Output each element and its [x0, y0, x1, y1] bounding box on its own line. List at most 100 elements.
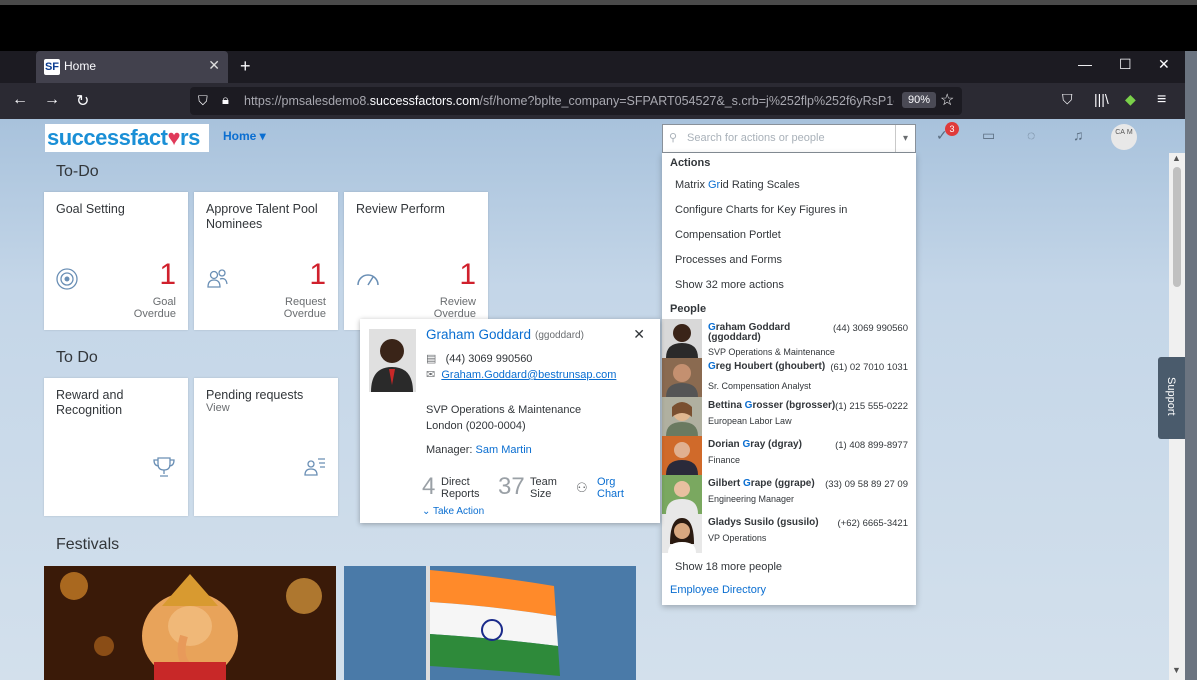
- direct-reports-count[interactable]: 4: [422, 473, 435, 501]
- home-nav-menu[interactable]: Home ▾: [223, 129, 266, 143]
- search-dropdown-toggle[interactable]: ▾: [895, 125, 915, 152]
- forward-icon[interactable]: →: [44, 91, 60, 109]
- successfactors-logo[interactable]: successfact♥rs: [45, 124, 209, 152]
- avatar: [662, 475, 702, 514]
- close-icon[interactable]: ✕: [633, 326, 645, 343]
- url-bar[interactable]: ⛉ 🔒︎ https://pmsalesdemo8.successfactors…: [190, 87, 962, 115]
- goal-setting-tile[interactable]: Goal Setting 1 Goal Overdue: [44, 192, 188, 330]
- window-scrollbar: [1185, 51, 1197, 680]
- pocket-icon[interactable]: ⛉: [1062, 91, 1073, 108]
- successfactors-home-page: successfact♥rs Home ▾ ⚲ Search for actio…: [0, 119, 1185, 680]
- tile-count: 1: [159, 258, 176, 291]
- person-result-dorian[interactable]: Dorian Gray (dgray) (1) 408 899-8977 Fin…: [662, 436, 916, 475]
- take-action-menu[interactable]: ⌄ Take Action: [422, 506, 484, 517]
- person-result-graham[interactable]: Graham Goddard (ggoddard) (44) 3069 9905…: [662, 319, 916, 358]
- maximize-icon[interactable]: ☐: [1119, 56, 1132, 73]
- person-name-link[interactable]: Graham Goddard: [426, 327, 531, 342]
- library-icon[interactable]: |||\: [1094, 91, 1109, 107]
- tile-count: 1: [309, 258, 326, 291]
- employee-directory-link[interactable]: Employee Directory: [670, 584, 766, 596]
- person-location: London (0200-0004): [426, 420, 526, 432]
- person-userid: (ggoddard): [535, 330, 584, 341]
- avatar: [662, 436, 702, 475]
- heart-icon: ♥: [167, 125, 181, 150]
- screen-top-strip: [0, 0, 1197, 5]
- review-perform-tile[interactable]: Review Perform 1 Review Overdue: [344, 192, 488, 330]
- avatar: [662, 397, 702, 436]
- close-tab-icon[interactable]: ✕: [208, 57, 220, 74]
- org-chart-icon: ⚇: [576, 480, 588, 495]
- actions-heading: Actions: [670, 157, 711, 169]
- manager-link[interactable]: Sam Martin: [476, 444, 532, 456]
- bell-icon[interactable]: ♫: [1073, 127, 1084, 143]
- section-title-festivals: Festivals: [56, 536, 120, 553]
- approve-talent-pool-tile[interactable]: Approve Talent Pool Nominees 1 Request Ov…: [194, 192, 338, 330]
- action-processes-forms[interactable]: Processes and Forms: [675, 254, 782, 266]
- tile-title: Goal Setting: [56, 202, 125, 216]
- window-close-icon[interactable]: ✕: [1158, 56, 1170, 73]
- bookmark-star-icon[interactable]: ☆: [940, 90, 954, 110]
- scroll-thumb[interactable]: [1173, 167, 1181, 287]
- person-result-gilbert[interactable]: Gilbert Grape (ggrape) (33) 09 58 89 27 …: [662, 475, 916, 514]
- scroll-up-icon[interactable]: ▲: [1172, 153, 1181, 163]
- show-more-actions[interactable]: Show 32 more actions: [675, 279, 784, 291]
- browser-tab-home[interactable]: SF Home ✕: [36, 51, 228, 83]
- person-result-gladys[interactable]: Gladys Susilo (gsusilo) (+62) 6665-3421 …: [662, 514, 916, 553]
- person-result-bettina[interactable]: Bettina Grosser (bgrosser) (1) 215 555-0…: [662, 397, 916, 436]
- notification-badge: 3: [945, 122, 959, 136]
- search-icon: ⚲: [669, 132, 678, 144]
- search-input[interactable]: ⚲ Search for actions or people ▾: [662, 124, 916, 153]
- menu-icon[interactable]: ≡: [1157, 91, 1166, 109]
- pending-requests-tile[interactable]: Pending requests View: [194, 378, 338, 516]
- target-icon: [56, 268, 78, 290]
- scroll-down-icon[interactable]: ▼: [1172, 665, 1181, 675]
- action-configure-charts[interactable]: Configure Charts for Key Figures in: [675, 204, 847, 216]
- ganesha-festival-image[interactable]: [44, 566, 336, 680]
- support-tab[interactable]: Support: [1158, 357, 1185, 439]
- manager-row: Manager: Sam Martin: [426, 444, 532, 456]
- tile-title: Review Perform: [356, 202, 445, 216]
- search-results-dropdown: Actions Matrix Grid Rating Scales Config…: [662, 153, 916, 605]
- user-avatar[interactable]: CA M: [1111, 124, 1137, 150]
- email-row[interactable]: ✉ Graham.Goddard@bestrunsap.com: [426, 368, 616, 381]
- team-size-label: Team Size: [530, 476, 557, 500]
- tile-title: Pending requests: [206, 388, 304, 402]
- person-photo: [369, 329, 416, 392]
- search-placeholder: Search for actions or people: [687, 132, 825, 144]
- phone-row: ▤ (44) 3069 990560: [426, 353, 533, 365]
- action-matrix-grid[interactable]: Matrix Grid Rating Scales: [675, 179, 800, 191]
- org-chart-link[interactable]: Org Chart: [597, 476, 624, 500]
- tile-status: Review Overdue: [433, 296, 476, 320]
- action-compensation-portlet[interactable]: Compensation Portlet: [675, 229, 781, 241]
- lock-icon[interactable]: 🔒︎: [222, 92, 229, 108]
- tile-status: Goal Overdue: [133, 296, 176, 320]
- extension-icon[interactable]: ◆: [1125, 91, 1136, 108]
- show-more-people[interactable]: Show 18 more people: [675, 561, 782, 573]
- gauge-icon: [357, 274, 379, 286]
- person-quickcard: Graham Goddard (ggoddard) ✕ ▤ (44) 3069 …: [360, 319, 660, 523]
- chat-icon[interactable]: ▭: [982, 127, 995, 144]
- new-tab-icon[interactable]: +: [240, 56, 251, 77]
- reload-icon[interactable]: ↻: [76, 91, 89, 111]
- person-result-greg[interactable]: Greg Houbert (ghoubert) (61) 02 7010 103…: [662, 358, 916, 397]
- url-text[interactable]: https://pmsalesdemo8.successfactors.com/…: [244, 94, 894, 108]
- tile-subtitle: View: [206, 402, 230, 414]
- zoom-level[interactable]: 90%: [902, 92, 937, 108]
- section-title-to-do: To Do: [56, 349, 98, 366]
- browser-tab-bar: SF Home ✕ + — ☐ ✕: [0, 51, 1185, 83]
- mail-icon: ✉: [426, 369, 436, 381]
- independence-day-flag-image[interactable]: [344, 566, 636, 680]
- minimize-icon[interactable]: —: [1078, 56, 1092, 72]
- shield-icon[interactable]: ⛉: [198, 93, 208, 109]
- person-list-icon: [304, 458, 325, 476]
- phone-icon: ▤: [426, 353, 437, 365]
- team-size-count[interactable]: 37: [498, 473, 525, 501]
- back-icon[interactable]: ←: [12, 91, 28, 109]
- people-heading: People: [670, 303, 707, 315]
- people-icon: [207, 269, 228, 288]
- headset-icon[interactable]: ◌: [1027, 127, 1035, 143]
- direct-reports-label: Direct Reports: [441, 476, 480, 500]
- avatar: [662, 358, 702, 397]
- chevron-down-icon: ⌄: [422, 506, 431, 517]
- reward-recognition-tile[interactable]: Reward and Recognition: [44, 378, 188, 516]
